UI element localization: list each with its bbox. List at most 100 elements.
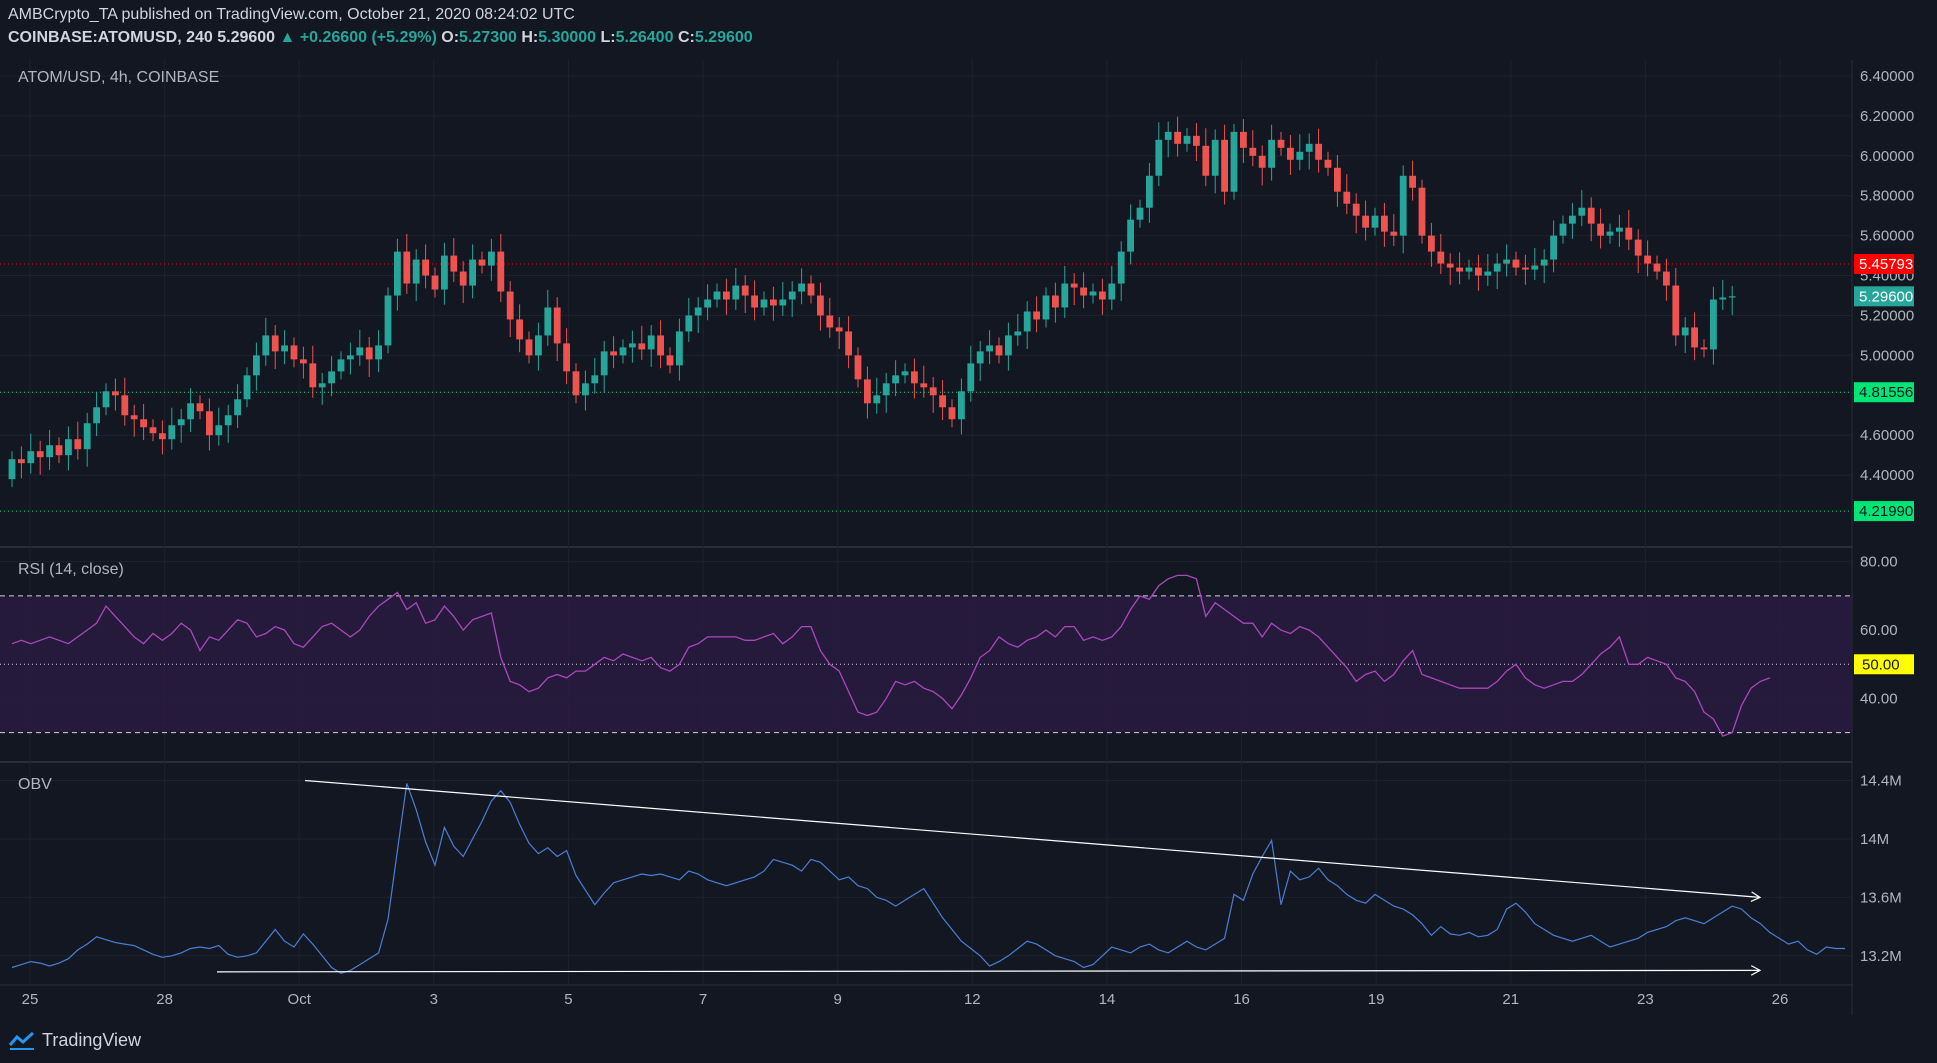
candle-body	[1005, 335, 1012, 356]
candle-body	[600, 351, 608, 376]
price-label-text: 5.29600	[1859, 288, 1913, 305]
chart-canvas[interactable]: 25 28 Oct 3 5 7 9 12 14 16 19 21 23 26 4.40000 4.60000 5…	[0, 0, 1937, 1063]
candle-body	[958, 391, 965, 420]
candle-body	[1174, 131, 1181, 144]
candle-body	[1597, 223, 1604, 236]
candle-body	[262, 335, 270, 356]
candle-body	[732, 285, 740, 300]
x-tick-label: Oct	[288, 991, 312, 1008]
candle-body	[1202, 145, 1210, 176]
candle-body	[112, 391, 119, 396]
candle-body	[271, 335, 279, 352]
rsi-pane-title: RSI (14, close)	[18, 561, 124, 578]
candle-body	[845, 331, 852, 356]
candle-body	[1691, 327, 1698, 348]
candle-body	[1540, 259, 1548, 266]
candle-body	[412, 259, 420, 284]
candle-body	[1352, 203, 1360, 216]
price-label-text: 5.45793	[1859, 256, 1913, 273]
candle-body	[1512, 259, 1520, 268]
rsi-tick-label: 40.00	[1860, 690, 1898, 707]
candle-body	[591, 375, 599, 384]
candle-body	[159, 433, 166, 440]
candle-body	[403, 251, 411, 284]
candle-body	[535, 335, 542, 356]
obv-tick-label: 13.6M	[1860, 889, 1902, 906]
tradingview-brand[interactable]: TradingView	[42, 1030, 141, 1051]
candle-body	[224, 415, 232, 426]
candle-body	[864, 379, 871, 404]
tradingview-logo-icon[interactable]	[8, 1031, 36, 1051]
candle-body	[1089, 291, 1097, 296]
candle-body	[760, 299, 768, 308]
candle-body	[882, 383, 890, 396]
x-tick-label: 28	[156, 991, 173, 1008]
candle-body	[704, 299, 711, 308]
candle-body	[1522, 267, 1529, 270]
candle-body	[441, 255, 448, 290]
candle-body	[46, 445, 53, 458]
x-tick-label: 7	[699, 991, 707, 1008]
price-tick-label: 5.60000	[1860, 228, 1914, 245]
candle-body	[1700, 347, 1708, 350]
candle-body	[318, 383, 326, 388]
candle-body	[1465, 267, 1473, 272]
candle-body	[1728, 296, 1736, 298]
candle-body	[1578, 207, 1586, 216]
candle-body	[1277, 139, 1285, 148]
candle-body	[365, 347, 373, 360]
candle-body	[619, 347, 627, 356]
candle-body	[1287, 147, 1294, 160]
candle-body	[1155, 139, 1163, 176]
candle-body	[102, 391, 110, 408]
candle-body	[1710, 299, 1717, 350]
price-tick-label: 5.80000	[1860, 188, 1914, 205]
candle-body	[1428, 235, 1435, 252]
candle-body	[995, 345, 1003, 356]
price-tick-label: 4.40000	[1860, 467, 1914, 484]
candle-body	[177, 419, 185, 426]
candle-body	[140, 419, 147, 428]
price-label-text: 4.21990	[1859, 503, 1913, 520]
candle-body	[1446, 263, 1454, 268]
candle-body	[1381, 215, 1388, 232]
candle-body	[187, 403, 194, 420]
price-tick-label: 5.00000	[1860, 347, 1914, 364]
candle-body	[1634, 239, 1642, 256]
price-tick-label: 6.40000	[1860, 68, 1914, 85]
candle-body	[1296, 151, 1304, 160]
candle-body	[1362, 215, 1369, 228]
candle-body	[582, 383, 589, 396]
candle-body	[130, 415, 138, 420]
candle-body	[1268, 139, 1275, 168]
candle-body	[1099, 291, 1106, 300]
candle-body	[149, 427, 157, 434]
candle-body	[1249, 147, 1257, 156]
candle-body	[1033, 311, 1040, 320]
rsi-band	[0, 595, 1852, 733]
candle-body	[779, 299, 787, 306]
x-tick-label: 26	[1772, 991, 1789, 1008]
candle-body	[215, 425, 223, 436]
candle-body	[1136, 207, 1144, 220]
candle-body	[281, 345, 288, 352]
candle-body	[384, 295, 392, 346]
candle-body	[544, 307, 552, 336]
candle-body	[93, 407, 100, 424]
candle-body	[1653, 263, 1661, 272]
candle-body	[1117, 251, 1125, 284]
candle-body	[469, 259, 476, 286]
candle-body	[1531, 265, 1539, 270]
candle-body	[1663, 271, 1670, 286]
candle-body	[1371, 215, 1379, 228]
candle-body	[751, 295, 758, 308]
candle-body	[1324, 159, 1332, 168]
x-tick-label: 19	[1368, 991, 1385, 1008]
candle-body	[939, 395, 946, 408]
candle-body	[1240, 131, 1247, 148]
candle-body	[723, 291, 730, 300]
candle-body	[497, 251, 505, 292]
x-tick-label: 23	[1637, 991, 1654, 1008]
candle-body	[798, 283, 805, 292]
candle-body	[1211, 139, 1219, 176]
